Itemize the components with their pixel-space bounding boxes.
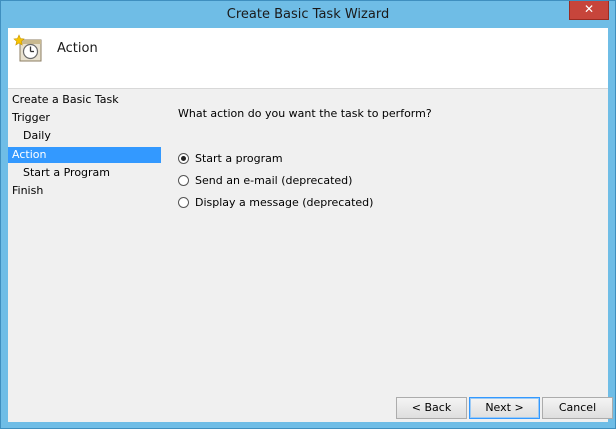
option-start-program[interactable]: Start a program xyxy=(178,150,283,166)
wizard-header: Action xyxy=(8,28,608,89)
task-scheduler-clock-icon xyxy=(13,34,43,64)
option-start-program-label: Start a program xyxy=(195,151,283,165)
option-send-email[interactable]: Send an e-mail (deprecated) xyxy=(178,172,352,188)
page-title: Action xyxy=(57,41,98,56)
wizard-steps-list: Create a Basic Task Trigger Daily Action… xyxy=(8,90,163,410)
option-display-message[interactable]: Display a message (deprecated) xyxy=(178,194,373,210)
step-daily[interactable]: Daily xyxy=(8,128,161,144)
action-content-panel: What action do you want the task to perf… xyxy=(178,90,603,390)
window-title: Create Basic Task Wizard xyxy=(226,7,390,22)
next-button[interactable]: Next > xyxy=(469,397,540,419)
back-button[interactable]: < Back xyxy=(396,397,467,419)
close-button[interactable]: ✕ xyxy=(569,1,609,20)
step-finish[interactable]: Finish xyxy=(8,183,161,199)
option-send-email-label: Send an e-mail (deprecated) xyxy=(195,173,353,187)
wizard-button-bar: < Back Next > Cancel xyxy=(8,388,613,422)
wizard-client-area: Action Create a Basic Task Trigger Daily… xyxy=(8,28,613,422)
step-action[interactable]: Action xyxy=(8,147,161,163)
action-question: What action do you want the task to perf… xyxy=(178,107,432,120)
radio-display-message[interactable] xyxy=(178,196,189,208)
close-icon: ✕ xyxy=(583,2,595,16)
step-create-basic-task[interactable]: Create a Basic Task xyxy=(8,92,161,108)
radio-send-email[interactable] xyxy=(178,174,189,186)
cancel-button[interactable]: Cancel xyxy=(542,397,613,419)
option-display-message-label: Display a message (deprecated) xyxy=(195,195,374,209)
radio-start-program[interactable] xyxy=(178,152,189,164)
wizard-window: Create Basic Task Wizard ✕ Action Create… xyxy=(0,0,616,429)
step-trigger[interactable]: Trigger xyxy=(8,110,161,126)
title-bar[interactable]: Create Basic Task Wizard ✕ xyxy=(1,1,615,28)
step-start-a-program[interactable]: Start a Program xyxy=(8,165,161,181)
